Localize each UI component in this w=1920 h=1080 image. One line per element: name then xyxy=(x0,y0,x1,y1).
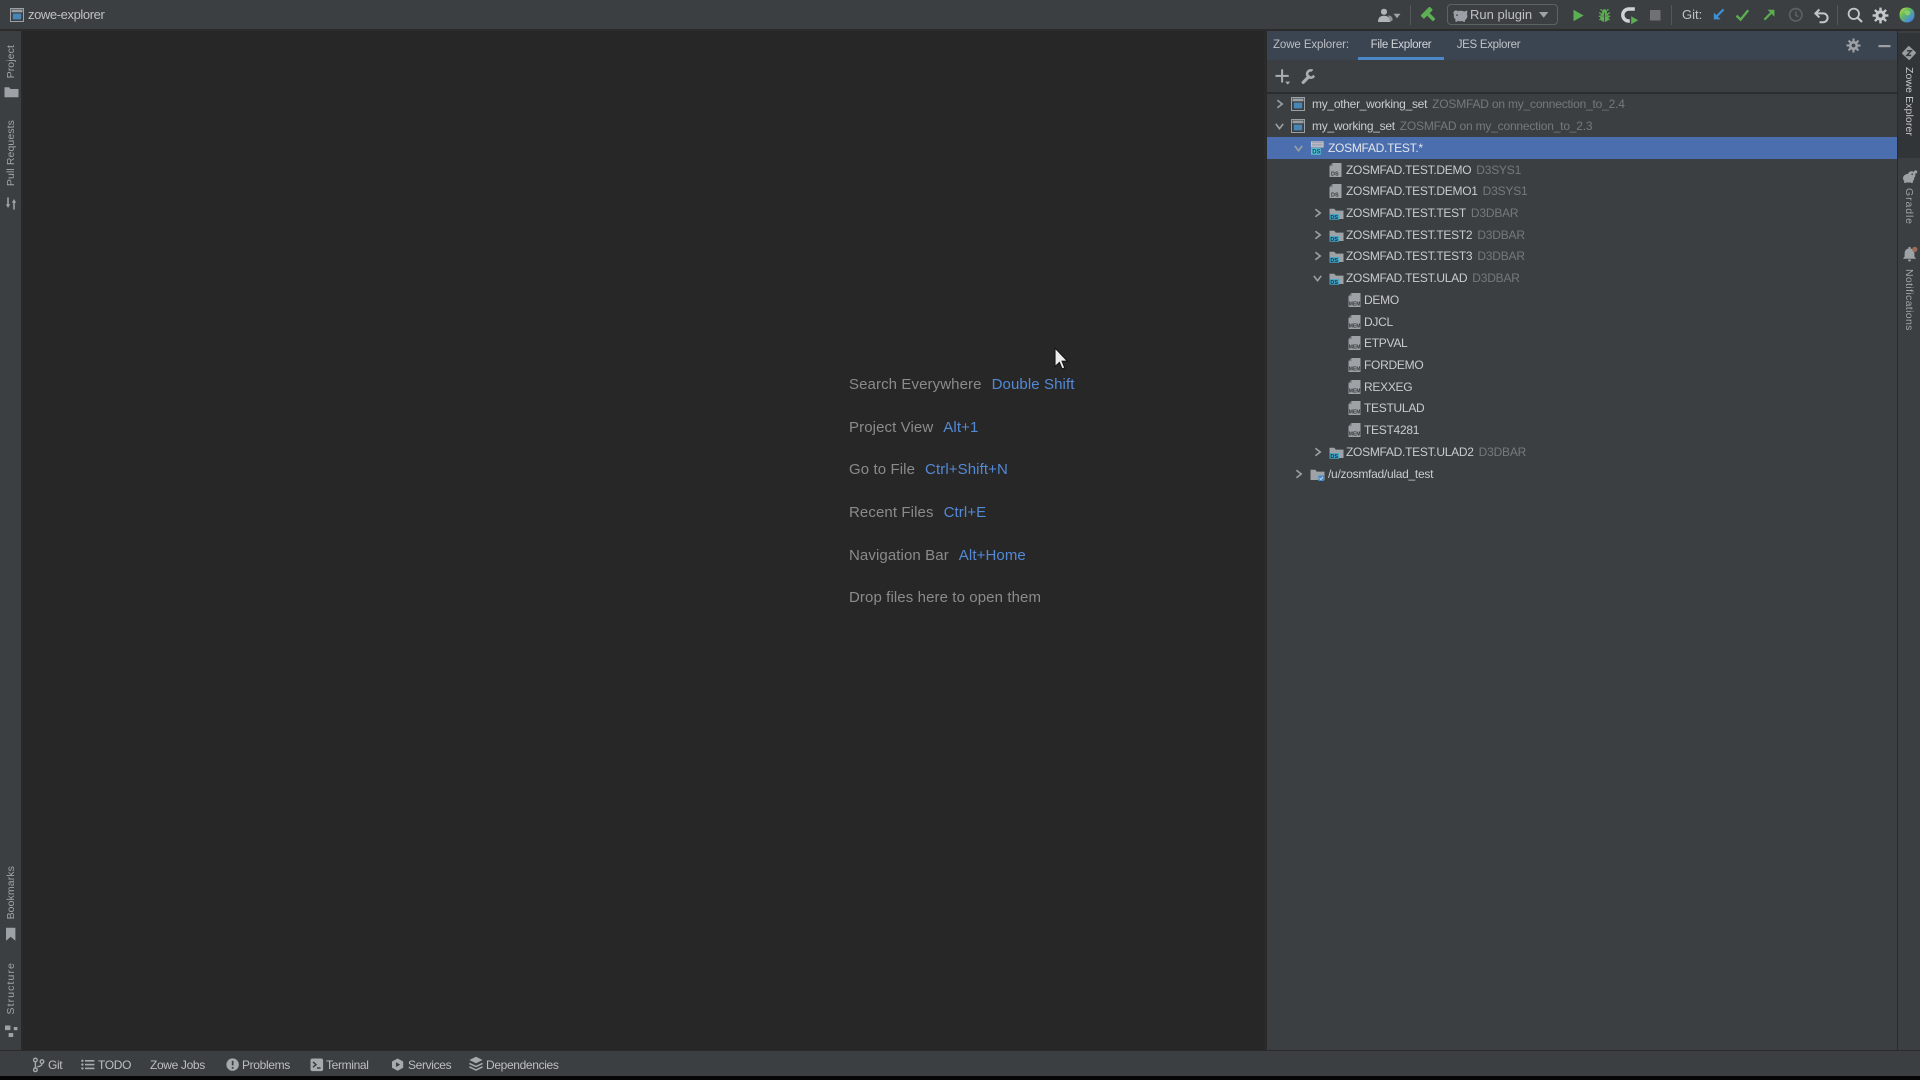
svg-text:MEM: MEM xyxy=(1349,367,1361,373)
svg-text:DS: DS xyxy=(1330,454,1338,460)
svg-text:MEM: MEM xyxy=(1349,410,1361,416)
svg-text:DS: DS xyxy=(1330,237,1338,243)
svg-text:MEM: MEM xyxy=(1349,345,1361,351)
svg-text:MEM: MEM xyxy=(1349,432,1361,438)
svg-text:DS: DS xyxy=(1330,215,1338,221)
svg-text:MEM: MEM xyxy=(1349,323,1361,329)
svg-text:DS: DS xyxy=(1331,171,1339,177)
svg-text:DS: DS xyxy=(1331,193,1339,199)
svg-text:DS: DS xyxy=(1330,258,1338,264)
svg-text:MEM: MEM xyxy=(1349,302,1361,308)
svg-text:DS: DS xyxy=(1312,149,1320,155)
svg-text:MEM: MEM xyxy=(1349,388,1361,394)
svg-text:DS: DS xyxy=(1330,280,1338,286)
